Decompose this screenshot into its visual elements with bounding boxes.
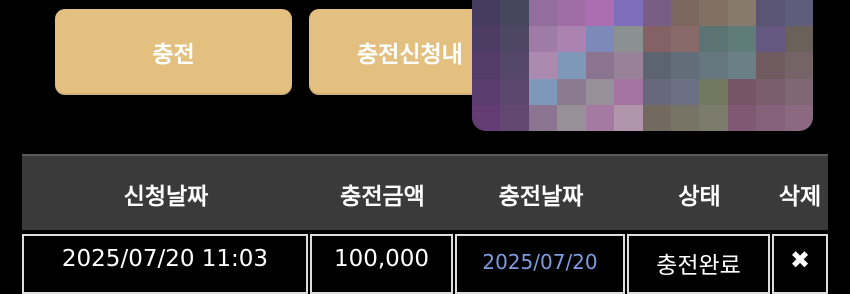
mosaic-pixel xyxy=(670,104,700,131)
mosaic-pixel xyxy=(472,52,501,80)
mosaic-pixel xyxy=(614,78,644,106)
mosaic-pixel xyxy=(500,52,530,80)
mosaic-pixel xyxy=(528,0,558,27)
mosaic-pixel xyxy=(642,0,672,27)
mosaic-pixel xyxy=(614,0,644,27)
header-request-date: 신청날짜 xyxy=(123,184,209,210)
charge-history-button-label: 충전신청내 xyxy=(357,42,463,68)
cell-request-date: 2025/07/20 11:03 xyxy=(22,234,308,294)
mosaic-pixel xyxy=(585,0,615,27)
mosaic-pixel xyxy=(472,26,501,54)
mosaic-pixel xyxy=(557,78,587,106)
mosaic-pixel xyxy=(614,104,644,131)
mosaic-pixel xyxy=(727,0,757,27)
mosaic-pixel xyxy=(585,78,615,106)
mosaic-pixel xyxy=(557,52,587,80)
mosaic-pixel xyxy=(500,104,530,131)
mosaic-pixel xyxy=(670,26,700,54)
mosaic-pixel xyxy=(614,52,644,80)
mosaic-pixel xyxy=(727,104,757,131)
mosaic-pixel xyxy=(500,26,530,54)
mosaic-pixel xyxy=(557,0,587,27)
mosaic-pixel xyxy=(699,52,729,80)
mosaic-pixel xyxy=(756,104,786,131)
pixelated-video-overlay xyxy=(472,0,813,131)
mosaic-pixel xyxy=(784,52,813,80)
header-delete: 삭제 xyxy=(778,184,822,210)
header-status: 상태 xyxy=(678,184,721,210)
mosaic-pixel xyxy=(699,78,729,106)
mosaic-pixel xyxy=(528,78,558,106)
table-header-row: 신청날짜 충전금액 충전날짜 상태 삭제 xyxy=(22,154,828,230)
mosaic-pixel xyxy=(784,78,813,106)
mosaic-pixel xyxy=(642,104,672,131)
mosaic-pixel xyxy=(472,78,501,106)
mosaic-pixel xyxy=(756,78,786,106)
mosaic-pixel xyxy=(727,52,757,80)
charge-button[interactable]: 충전 xyxy=(55,9,292,95)
mosaic-pixel xyxy=(756,0,786,27)
charge-history-table: 신청날짜 충전금액 충전날짜 상태 삭제 2025/07/20 11:03 10… xyxy=(22,154,828,294)
mosaic-pixel xyxy=(528,104,558,131)
cell-charge-date: 2025/07/20 xyxy=(455,234,625,294)
mosaic-pixel xyxy=(642,26,672,54)
mosaic-pixel xyxy=(500,78,530,106)
mosaic-pixel xyxy=(699,104,729,131)
mosaic-pixel xyxy=(585,26,615,54)
charge-button-label: 충전 xyxy=(152,42,195,68)
mosaic-pixel xyxy=(557,26,587,54)
mosaic-pixel xyxy=(756,26,786,54)
mosaic-pixel xyxy=(642,52,672,80)
cell-amount: 100,000 xyxy=(310,234,453,294)
mosaic-pixel xyxy=(784,104,813,131)
mosaic-pixel xyxy=(670,52,700,80)
mosaic-pixel xyxy=(557,104,587,131)
mosaic-pixel xyxy=(727,26,757,54)
close-x-icon[interactable]: ✖ xyxy=(772,234,828,294)
mosaic-pixel xyxy=(614,26,644,54)
mosaic-pixel xyxy=(585,52,615,80)
mosaic-pixel xyxy=(784,0,813,27)
mosaic-pixel xyxy=(784,26,813,54)
mosaic-pixel xyxy=(642,78,672,106)
mosaic-pixel xyxy=(670,78,700,106)
mosaic-pixel xyxy=(756,52,786,80)
mosaic-pixel xyxy=(699,0,729,27)
mosaic-pixel xyxy=(699,26,729,54)
mosaic-pixel xyxy=(472,104,501,131)
header-charge-date: 충전날짜 xyxy=(498,184,584,210)
table-row: 2025/07/20 11:03 100,000 2025/07/20 충전완료… xyxy=(22,234,828,294)
mosaic-pixel xyxy=(472,0,501,27)
mosaic-pixel xyxy=(670,0,700,27)
mosaic-pixel xyxy=(528,26,558,54)
cell-status: 충전완료 xyxy=(627,234,770,294)
header-amount: 충전금액 xyxy=(340,184,425,210)
mosaic-pixel xyxy=(500,0,530,27)
mosaic-pixel xyxy=(528,52,558,80)
mosaic-pixel xyxy=(585,104,615,131)
mosaic-pixel xyxy=(727,78,757,106)
